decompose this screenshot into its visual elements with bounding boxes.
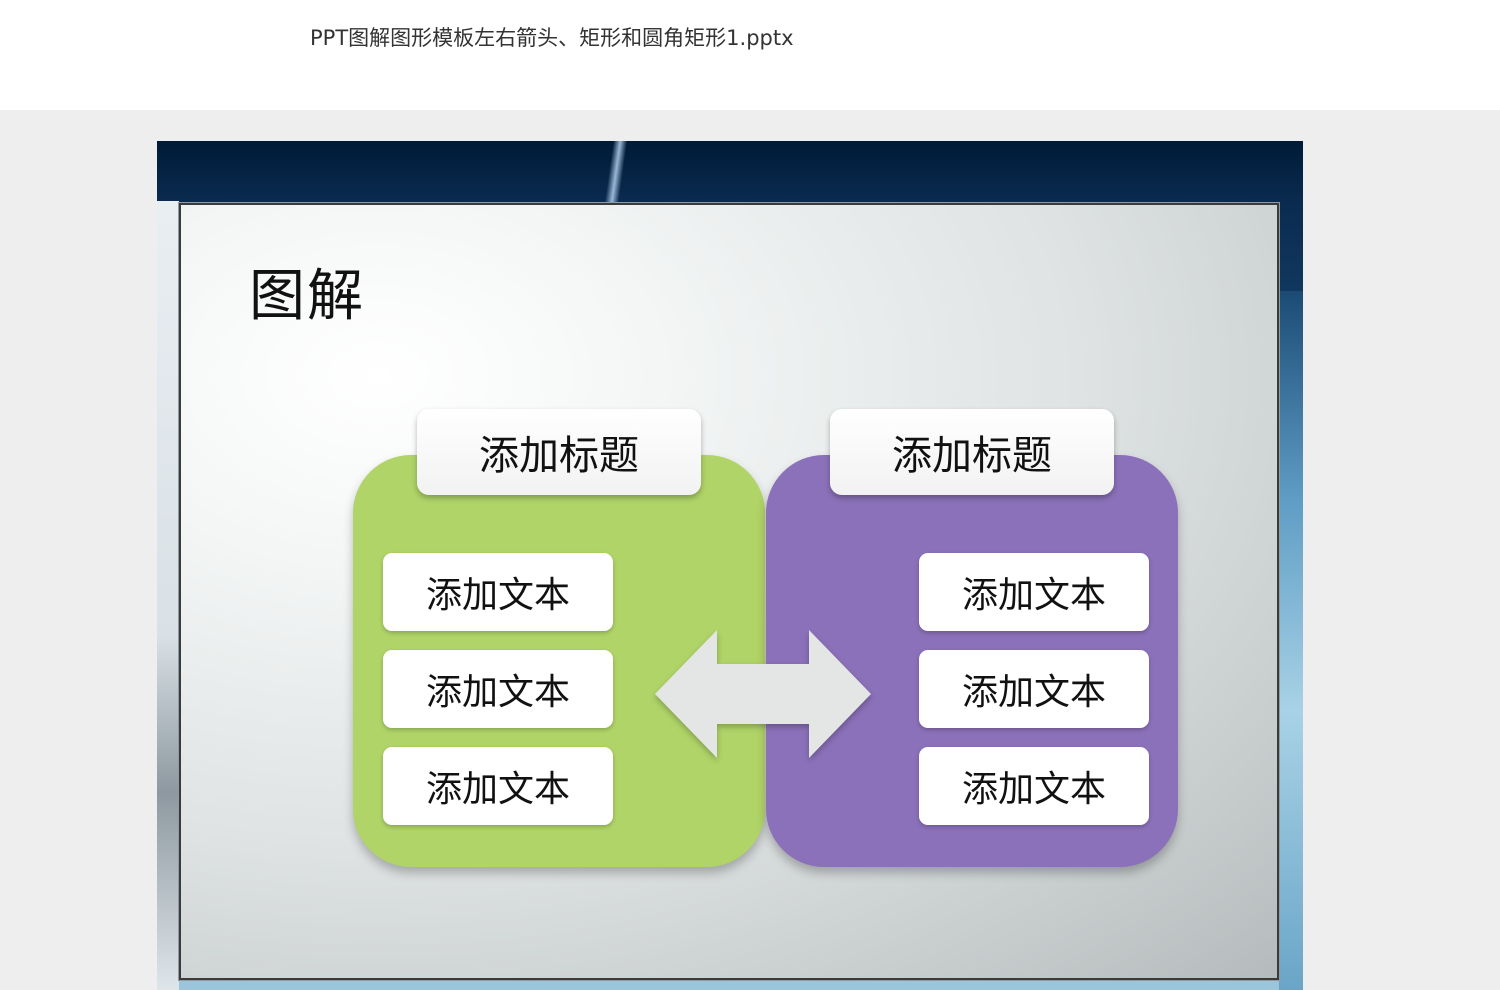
left-text-box-3: 添加文本	[383, 747, 613, 825]
background-decoration-right	[1279, 291, 1303, 990]
slide-heading: 图解	[249, 264, 365, 329]
right-text-box-1: 添加文本	[919, 553, 1149, 631]
slide-preview: 图解 添加标题 添加标题 添加文本 添加文本 添加文本 添加文本 添加文本 添加…	[157, 141, 1303, 990]
file-title: PPT图解图形模板左右箭头、矩形和圆角矩形1.pptx	[310, 26, 794, 50]
background-decoration	[157, 201, 179, 990]
content-panel: 图解 添加标题 添加标题 添加文本 添加文本 添加文本 添加文本 添加文本 添加…	[179, 203, 1279, 980]
left-text-box-1: 添加文本	[383, 553, 613, 631]
left-right-arrow-icon	[655, 630, 871, 758]
left-text-box-2: 添加文本	[383, 650, 613, 728]
slide-viewer[interactable]: 图解 添加标题 添加标题 添加文本 添加文本 添加文本 添加文本 添加文本 添加…	[0, 110, 1500, 990]
left-title-box: 添加标题	[417, 409, 701, 495]
document-header: PPT图解图形模板左右箭头、矩形和圆角矩形1.pptx	[0, 0, 1500, 110]
background-light-streak	[604, 141, 628, 203]
right-text-box-2: 添加文本	[919, 650, 1149, 728]
right-title-box: 添加标题	[830, 409, 1114, 495]
right-text-box-3: 添加文本	[919, 747, 1149, 825]
